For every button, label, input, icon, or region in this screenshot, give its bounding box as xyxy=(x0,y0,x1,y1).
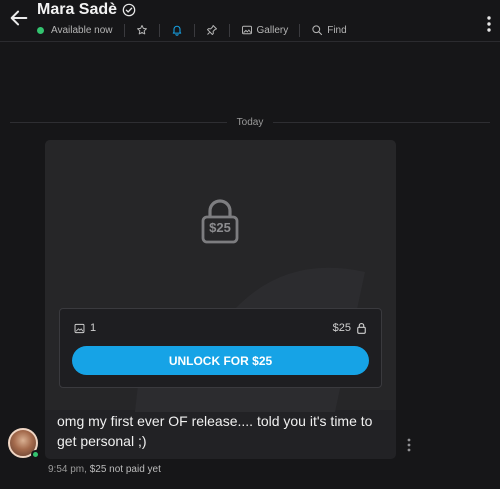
online-indicator xyxy=(31,450,40,459)
divider xyxy=(123,23,125,37)
payment-box: 1 $25 UNLOCK FOR $25 xyxy=(59,308,382,388)
chat-header: Mara Sadè Available now Gallery Find xyxy=(0,0,500,42)
online-indicator xyxy=(37,26,44,34)
message-time: 9:54 pm, xyxy=(48,464,87,475)
header-toolbar: Available now Gallery Find xyxy=(37,23,347,37)
divider xyxy=(193,23,195,37)
divider xyxy=(228,23,230,37)
locked-price: $25 xyxy=(209,220,231,235)
message-meta: 9:54 pm, $25 not paid yet xyxy=(48,464,161,475)
bell-icon[interactable] xyxy=(171,24,183,36)
gallery-button[interactable]: Gallery xyxy=(241,24,289,36)
verified-check-icon xyxy=(122,3,136,17)
message-text: omg my first ever OF release.... told yo… xyxy=(57,413,373,449)
price-value: $25 xyxy=(332,322,351,334)
date-label: Today xyxy=(236,116,264,128)
locked-message-bubble: $25 1 $25 UNLOCK FOR $25 omg my first ev… xyxy=(45,140,396,459)
divider-line xyxy=(10,121,227,123)
gallery-label: Gallery xyxy=(256,24,289,36)
search-icon xyxy=(312,25,323,36)
availability-status: Available now xyxy=(51,24,113,36)
star-icon[interactable] xyxy=(136,24,148,36)
more-vertical-icon[interactable] xyxy=(486,15,492,33)
find-button[interactable]: Find xyxy=(311,24,347,36)
chat-title[interactable]: Mara Sadè xyxy=(37,1,117,19)
title-row: Mara Sadè xyxy=(37,1,136,19)
lock-icon xyxy=(357,322,366,334)
unlock-button[interactable]: UNLOCK FOR $25 xyxy=(72,346,369,375)
media-count: 1 xyxy=(74,322,96,334)
pin-icon[interactable] xyxy=(206,24,218,36)
divider xyxy=(158,23,160,37)
image-icon xyxy=(241,25,252,35)
date-divider: Today xyxy=(10,115,490,129)
divider-line xyxy=(273,121,490,123)
find-label: Find xyxy=(327,24,347,36)
price-tag: $25 xyxy=(333,322,367,334)
more-vertical-icon[interactable] xyxy=(406,438,412,452)
payment-status: $25 not paid yet xyxy=(89,464,161,475)
media-count-value: 1 xyxy=(90,322,97,334)
divider xyxy=(299,23,301,37)
arrow-left-icon[interactable] xyxy=(8,7,30,29)
image-icon xyxy=(74,323,85,333)
